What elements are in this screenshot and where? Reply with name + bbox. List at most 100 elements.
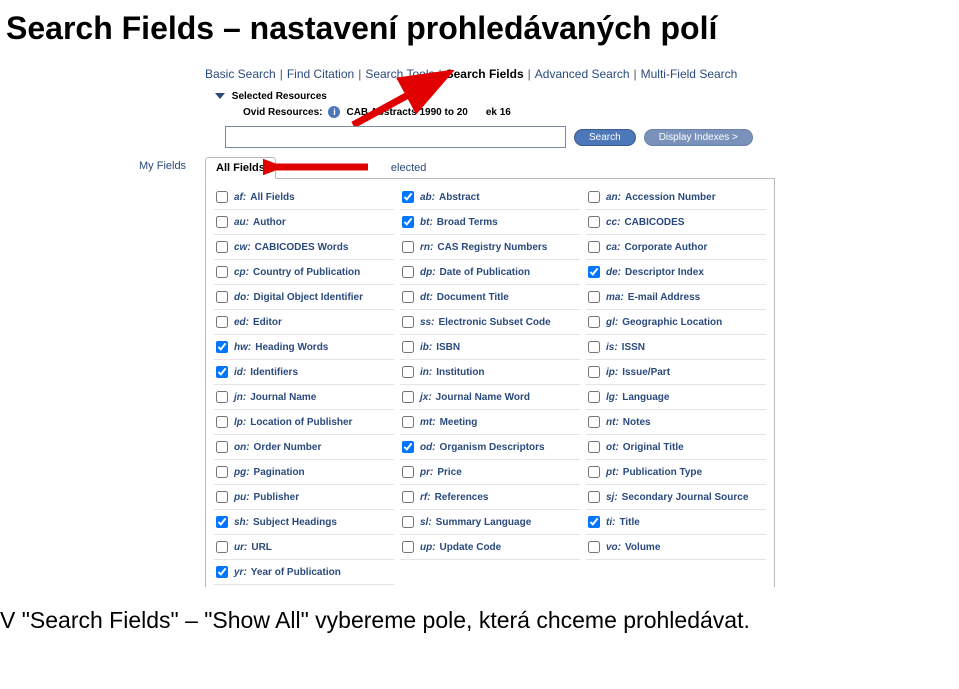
field-checkbox[interactable] xyxy=(402,441,414,453)
nav-link[interactable]: Search Fields xyxy=(446,67,524,81)
display-indexes-button[interactable]: Display Indexes > xyxy=(644,129,753,146)
field-row[interactable]: ss:Electronic Subset Code xyxy=(400,310,580,335)
field-checkbox[interactable] xyxy=(588,216,600,228)
field-checkbox[interactable] xyxy=(402,366,414,378)
field-row[interactable]: ip:Issue/Part xyxy=(586,360,766,385)
field-checkbox[interactable] xyxy=(402,291,414,303)
field-row[interactable]: jn:Journal Name xyxy=(214,385,394,410)
field-row[interactable]: cc:CABICODES xyxy=(586,210,766,235)
nav-link[interactable]: Multi-Field Search xyxy=(641,67,738,81)
field-row[interactable]: do:Digital Object Identifier xyxy=(214,285,394,310)
search-input[interactable] xyxy=(225,126,566,148)
field-checkbox[interactable] xyxy=(216,416,228,428)
field-row[interactable]: ca:Corporate Author xyxy=(586,235,766,260)
field-checkbox[interactable] xyxy=(588,466,600,478)
field-row[interactable]: cp:Country of Publication xyxy=(214,260,394,285)
field-row[interactable]: yr:Year of Publication xyxy=(214,560,394,585)
field-checkbox[interactable] xyxy=(216,516,228,528)
field-row[interactable]: pr:Price xyxy=(400,460,580,485)
field-row[interactable]: up:Update Code xyxy=(400,535,580,560)
field-checkbox[interactable] xyxy=(216,316,228,328)
field-checkbox[interactable] xyxy=(216,566,228,578)
field-row[interactable]: lg:Language xyxy=(586,385,766,410)
field-row[interactable]: gl:Geographic Location xyxy=(586,310,766,335)
field-checkbox[interactable] xyxy=(588,366,600,378)
field-row[interactable]: cw:CABICODES Words xyxy=(214,235,394,260)
field-checkbox[interactable] xyxy=(216,466,228,478)
nav-link[interactable]: Search Tools xyxy=(365,67,434,81)
field-checkbox[interactable] xyxy=(216,541,228,553)
field-checkbox[interactable] xyxy=(216,341,228,353)
nav-link[interactable]: Advanced Search xyxy=(535,67,630,81)
field-checkbox[interactable] xyxy=(588,391,600,403)
field-checkbox[interactable] xyxy=(402,191,414,203)
resource-name[interactable]: CAB Abstracts 1990 to 20 xyxy=(346,107,467,118)
field-row[interactable]: ab:Abstract xyxy=(400,185,580,210)
info-icon[interactable]: i xyxy=(328,106,340,118)
field-row[interactable]: ma:E-mail Address xyxy=(586,285,766,310)
field-checkbox[interactable] xyxy=(588,191,600,203)
field-row[interactable]: sl:Summary Language xyxy=(400,510,580,535)
field-checkbox[interactable] xyxy=(402,266,414,278)
field-row[interactable]: hw:Heading Words xyxy=(214,335,394,360)
search-button[interactable]: Search xyxy=(574,129,636,146)
field-checkbox[interactable] xyxy=(402,416,414,428)
field-checkbox[interactable] xyxy=(402,466,414,478)
field-row[interactable]: ur:URL xyxy=(214,535,394,560)
tab-my-fields[interactable]: My Fields xyxy=(139,160,186,172)
field-checkbox[interactable] xyxy=(216,291,228,303)
field-row[interactable]: od:Organism Descriptors xyxy=(400,435,580,460)
nav-link[interactable]: Find Citation xyxy=(287,67,354,81)
field-checkbox[interactable] xyxy=(216,266,228,278)
field-row[interactable]: is:ISSN xyxy=(586,335,766,360)
field-checkbox[interactable] xyxy=(402,491,414,503)
field-row[interactable]: dp:Date of Publication xyxy=(400,260,580,285)
field-row[interactable]: ti:Title xyxy=(586,510,766,535)
field-checkbox[interactable] xyxy=(402,341,414,353)
field-row[interactable]: vo:Volume xyxy=(586,535,766,560)
field-checkbox[interactable] xyxy=(402,216,414,228)
field-checkbox[interactable] xyxy=(588,266,600,278)
field-checkbox[interactable] xyxy=(588,441,600,453)
field-row[interactable]: rn:CAS Registry Numbers xyxy=(400,235,580,260)
field-checkbox[interactable] xyxy=(588,291,600,303)
field-checkbox[interactable] xyxy=(216,441,228,453)
field-checkbox[interactable] xyxy=(216,241,228,253)
tab-clear-selected[interactable]: elected xyxy=(381,158,436,178)
field-checkbox[interactable] xyxy=(216,191,228,203)
field-row[interactable]: mt:Meeting xyxy=(400,410,580,435)
field-row[interactable]: bt:Broad Terms xyxy=(400,210,580,235)
tab-all-fields[interactable]: All Fields xyxy=(205,157,276,179)
field-row[interactable]: nt:Notes xyxy=(586,410,766,435)
field-row[interactable]: de:Descriptor Index xyxy=(586,260,766,285)
field-checkbox[interactable] xyxy=(402,241,414,253)
field-checkbox[interactable] xyxy=(216,216,228,228)
field-checkbox[interactable] xyxy=(216,391,228,403)
field-checkbox[interactable] xyxy=(588,416,600,428)
field-row[interactable]: on:Order Number xyxy=(214,435,394,460)
field-row[interactable]: dt:Document Title xyxy=(400,285,580,310)
selected-resources-header[interactable]: Selected Resources xyxy=(217,91,775,102)
field-row[interactable]: ot:Original Title xyxy=(586,435,766,460)
field-row[interactable]: an:Accession Number xyxy=(586,185,766,210)
field-row[interactable]: in:Institution xyxy=(400,360,580,385)
field-checkbox[interactable] xyxy=(588,541,600,553)
field-row[interactable]: rf:References xyxy=(400,485,580,510)
field-checkbox[interactable] xyxy=(588,316,600,328)
field-row[interactable]: sj:Secondary Journal Source xyxy=(586,485,766,510)
field-row[interactable]: id:Identifiers xyxy=(214,360,394,385)
field-row[interactable]: au:Author xyxy=(214,210,394,235)
field-row[interactable]: ib:ISBN xyxy=(400,335,580,360)
field-row[interactable]: sh:Subject Headings xyxy=(214,510,394,535)
field-checkbox[interactable] xyxy=(588,241,600,253)
field-row[interactable]: pt:Publication Type xyxy=(586,460,766,485)
nav-link[interactable]: Basic Search xyxy=(205,67,276,81)
field-row[interactable]: lp:Location of Publisher xyxy=(214,410,394,435)
field-checkbox[interactable] xyxy=(588,341,600,353)
field-row[interactable]: af:All Fields xyxy=(214,185,394,210)
field-row[interactable]: pg:Pagination xyxy=(214,460,394,485)
field-checkbox[interactable] xyxy=(402,316,414,328)
field-checkbox[interactable] xyxy=(216,491,228,503)
field-checkbox[interactable] xyxy=(402,391,414,403)
field-checkbox[interactable] xyxy=(216,366,228,378)
